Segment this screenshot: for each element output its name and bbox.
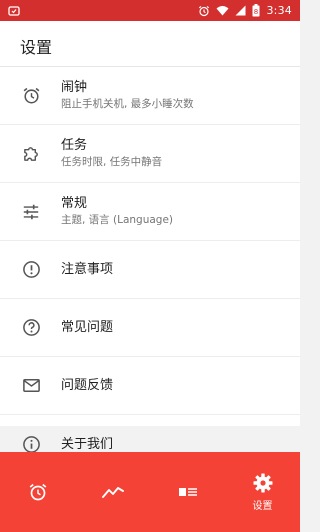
alarm-small-icon bbox=[8, 5, 20, 16]
settings-item-label: 常规 bbox=[61, 196, 88, 211]
settings-item-description: 主题, 语言 (Language) bbox=[61, 214, 174, 226]
settings-list: 闹钟 阻止手机关机, 最多小睡次数 任务 任务时限, 任务中静音 常规 主题, … bbox=[0, 67, 300, 473]
settings-item-alarm[interactable]: 闹钟 阻止手机关机, 最多小睡次数 bbox=[0, 67, 300, 125]
gear-icon bbox=[253, 473, 272, 493]
nav-alarm[interactable] bbox=[0, 452, 75, 532]
settings-item-label: 常见问题 bbox=[61, 320, 114, 335]
mail-icon bbox=[21, 376, 41, 396]
signal-icon bbox=[235, 5, 246, 16]
wifi-icon bbox=[216, 6, 229, 16]
settings-page: 设置 闹钟 阻止手机关机, 最多小睡次数 任务 任务时限, 任务中静音 常规 主… bbox=[0, 21, 300, 453]
nav-stats[interactable] bbox=[75, 452, 150, 532]
battery-icon: 8 bbox=[252, 4, 260, 17]
settings-item-label: 注意事项 bbox=[61, 262, 114, 277]
settings-item-label: 关于我们 bbox=[61, 436, 114, 452]
sliders-icon bbox=[21, 202, 41, 222]
settings-item-label: 任务 bbox=[61, 138, 88, 153]
settings-item-feedback[interactable]: 问题反馈 bbox=[0, 357, 300, 415]
alarm-clock-icon bbox=[29, 483, 46, 501]
settings-item-notes[interactable]: 注意事项 bbox=[0, 241, 300, 299]
puzzle-icon bbox=[21, 144, 41, 164]
status-bar: 8 3:34 bbox=[0, 0, 300, 21]
status-time: 3:34 bbox=[266, 4, 292, 17]
bottom-nav: 设置 bbox=[0, 452, 300, 532]
help-circle-icon bbox=[21, 318, 41, 338]
nav-settings-label: 设置 bbox=[252, 501, 273, 512]
settings-item-task[interactable]: 任务 任务时限, 任务中静音 bbox=[0, 125, 300, 183]
alert-circle-icon bbox=[21, 260, 41, 280]
battery-level: 8 bbox=[254, 8, 258, 16]
settings-item-faq[interactable]: 常见问题 bbox=[0, 299, 300, 357]
settings-item-description: 阻止手机关机, 最多小睡次数 bbox=[61, 98, 194, 110]
settings-item-label: 问题反馈 bbox=[61, 378, 114, 393]
page-title: 设置 bbox=[20, 38, 53, 57]
settings-item-description: 任务时限, 任务中静音 bbox=[61, 156, 163, 168]
settings-item-general[interactable]: 常规 主题, 语言 (Language) bbox=[0, 183, 300, 241]
info-circle-icon bbox=[21, 434, 41, 454]
nav-cards[interactable] bbox=[150, 452, 225, 532]
alarm-clock-icon bbox=[21, 86, 41, 106]
settings-item-label: 闹钟 bbox=[61, 80, 88, 95]
nav-settings[interactable]: 设置 bbox=[225, 452, 300, 532]
alarm-clock-icon bbox=[199, 5, 210, 16]
trend-icon bbox=[101, 487, 124, 498]
card-list-icon bbox=[178, 488, 197, 496]
